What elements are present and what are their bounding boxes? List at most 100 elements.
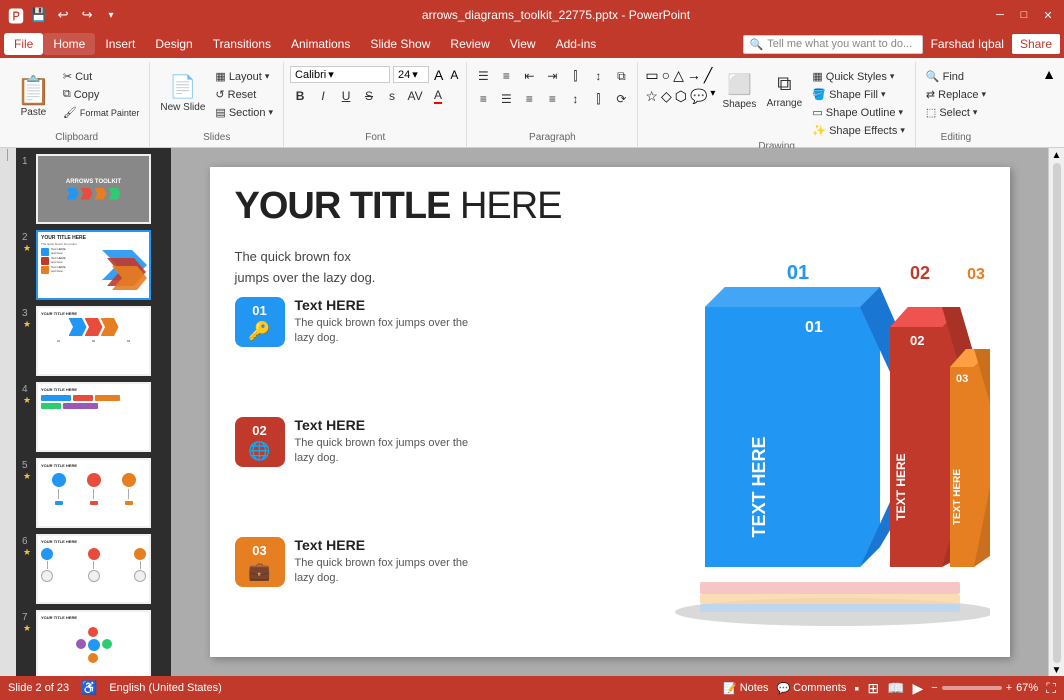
- reset-button[interactable]: ↺ Reset: [211, 86, 277, 103]
- shape-rect[interactable]: ▭: [644, 66, 659, 85]
- shape-star[interactable]: ☆: [644, 87, 659, 106]
- shapes-button[interactable]: ⬜ Shapes: [718, 66, 760, 116]
- menu-item-home[interactable]: Home: [43, 33, 95, 55]
- italic-button[interactable]: I: [313, 86, 333, 106]
- slide-sorter-button[interactable]: ⊞: [867, 680, 879, 697]
- qat-redo[interactable]: ↪: [78, 6, 96, 24]
- slideshow-button[interactable]: ▶: [913, 680, 924, 697]
- menu-item-transitions[interactable]: Transitions: [203, 33, 281, 55]
- zoom-out-button[interactable]: −: [931, 682, 937, 694]
- slide-thumbnail-3[interactable]: YOUR TITLE HERE 01 02 03: [36, 306, 151, 376]
- qat-save[interactable]: 💾: [30, 6, 48, 24]
- numbering-button[interactable]: ≡: [496, 66, 516, 86]
- shape-outline-button[interactable]: ▭ Shape Outline ▾: [808, 104, 909, 121]
- menu-item-addins[interactable]: Add-ins: [546, 33, 607, 55]
- share-button[interactable]: Share: [1012, 34, 1060, 54]
- slide-thumbnail-6[interactable]: YOUR TITLE HERE: [36, 534, 151, 604]
- quick-styles-button[interactable]: ▦ Quick Styles ▾: [808, 68, 909, 85]
- reading-view-button[interactable]: 📖: [887, 680, 904, 697]
- font-inc-button[interactable]: A: [432, 67, 445, 83]
- menu-item-animations[interactable]: Animations: [281, 33, 360, 55]
- line-spacing-button[interactable]: ↕: [565, 89, 585, 109]
- find-button[interactable]: 🔍 Find: [922, 68, 990, 85]
- bullets-button[interactable]: ☰: [473, 66, 493, 86]
- font-size-dropdown[interactable]: 24 ▾: [393, 66, 429, 83]
- slide-thumb-3[interactable]: 3 ★ YOUR TITLE HERE 01 02 03: [20, 304, 167, 378]
- format-painter-button[interactable]: 🖌 Format Painter: [59, 104, 144, 121]
- shape-fill-button[interactable]: 🪣 Shape Fill ▾: [808, 86, 909, 103]
- slide-subtitle[interactable]: The quick brown fox jumps over the lazy …: [235, 247, 376, 289]
- cut-button[interactable]: ✂ Cut: [59, 68, 144, 85]
- slide-thumb-1[interactable]: 1 ARROWS TOOLKIT: [20, 152, 167, 226]
- close-button[interactable]: ✕: [1040, 7, 1056, 23]
- slide-thumb-6[interactable]: 6 ★ YOUR TITLE HERE: [20, 532, 167, 606]
- shape-circle[interactable]: ○: [661, 66, 671, 85]
- right-scrollbar[interactable]: ▲ ▼: [1048, 148, 1064, 676]
- slide-title[interactable]: YOUR TITLE HERE: [235, 185, 562, 228]
- arrange-button[interactable]: ⧉ Arrange: [762, 66, 806, 116]
- columns-button[interactable]: ⫿: [588, 89, 608, 109]
- accessibility-icon[interactable]: ♿: [81, 680, 97, 696]
- cols-button[interactable]: ⫿: [565, 66, 585, 86]
- font-family-dropdown[interactable]: Calibri ▾: [290, 66, 390, 83]
- select-button[interactable]: ⬚ Select ▾: [922, 104, 990, 121]
- slide-thumbnail-4[interactable]: YOUR TITLE HERE: [36, 382, 151, 452]
- underline-button[interactable]: U: [336, 86, 356, 106]
- ribbon-collapse[interactable]: ▲: [1042, 62, 1060, 147]
- menu-item-slideshow[interactable]: Slide Show: [360, 33, 440, 55]
- slide-thumb-4[interactable]: 4 ★ YOUR TITLE HERE: [20, 380, 167, 454]
- menu-item-file[interactable]: File: [4, 33, 43, 55]
- notes-button[interactable]: 📝 Notes: [723, 682, 768, 695]
- align-right-button[interactable]: ≡: [519, 89, 539, 109]
- shape-triangle[interactable]: △: [672, 66, 685, 85]
- direction-button[interactable]: ↕: [588, 66, 608, 86]
- menu-item-view[interactable]: View: [500, 33, 546, 55]
- font-dec-button[interactable]: A: [448, 68, 460, 82]
- menu-item-insert[interactable]: Insert: [95, 33, 145, 55]
- shape-callout[interactable]: 💬: [689, 87, 708, 106]
- paste-button[interactable]: 📋 Paste: [10, 66, 57, 126]
- slide-thumb-5[interactable]: 5 ★ YOUR TITLE HERE: [20, 456, 167, 530]
- slide-thumbnail-2[interactable]: YOUR TITLE HERE The quick brown fox jump…: [36, 230, 151, 300]
- zoom-slider[interactable]: [942, 686, 1002, 690]
- smartart-button[interactable]: ⧉: [611, 66, 631, 86]
- qat-undo[interactable]: ↩: [54, 6, 72, 24]
- tell-me-box[interactable]: 🔍 Tell me what you want to do...: [743, 35, 923, 54]
- normal-view-button[interactable]: ▪: [854, 680, 859, 696]
- shape-line[interactable]: ╱: [703, 66, 713, 85]
- shape-effects-button[interactable]: ✨ Shape Effects ▾: [808, 122, 909, 139]
- info-item-2[interactable]: 02 🌐 Text HERE The quick brown fox jumps…: [235, 417, 469, 467]
- replace-button[interactable]: ⇄ Replace ▾: [922, 86, 990, 103]
- slide-thumbnail-7[interactable]: YOUR TITLE HERE: [36, 610, 151, 676]
- copy-button[interactable]: ⧉ Copy: [59, 86, 144, 103]
- layout-button[interactable]: ▦ Layout ▾: [211, 68, 277, 85]
- shapes-more[interactable]: ▾: [709, 87, 716, 106]
- spacing-button[interactable]: AV: [405, 86, 425, 106]
- font-color-button[interactable]: A: [428, 86, 448, 106]
- bold-button[interactable]: B: [290, 86, 310, 106]
- align-center-button[interactable]: ☰: [496, 89, 516, 109]
- new-slide-button[interactable]: 📄 New Slide: [156, 66, 209, 120]
- slide-thumbnail-1[interactable]: ARROWS TOOLKIT: [36, 154, 151, 224]
- fit-window-button[interactable]: ⛶: [1046, 680, 1056, 697]
- justify-button[interactable]: ≡: [542, 89, 562, 109]
- menu-item-design[interactable]: Design: [145, 33, 202, 55]
- align-left-button[interactable]: ≡: [473, 89, 493, 109]
- convert-button[interactable]: ⟳: [611, 89, 631, 109]
- slide-canvas[interactable]: YOUR TITLE HERE The quick brown fox jump…: [210, 167, 1010, 657]
- slide-thumbnail-5[interactable]: YOUR TITLE HERE: [36, 458, 151, 528]
- decrease-indent-button[interactable]: ⇤: [519, 66, 539, 86]
- shape-hex[interactable]: ⬡: [674, 87, 688, 106]
- section-button[interactable]: ▤ Section ▾: [211, 104, 277, 121]
- slide-thumb-2[interactable]: 2 ★ YOUR TITLE HERE The quick brown fox …: [20, 228, 167, 302]
- maximize-button[interactable]: □: [1016, 7, 1032, 23]
- language-label[interactable]: English (United States): [109, 682, 222, 694]
- menu-item-review[interactable]: Review: [440, 33, 499, 55]
- comments-button[interactable]: 💬 Comments: [776, 682, 846, 695]
- scroll-down-icon[interactable]: ▼: [1052, 665, 1062, 676]
- slide-thumb-7[interactable]: 7 ★ YOUR TITLE HERE: [20, 608, 167, 676]
- shape-arrow[interactable]: →: [686, 66, 702, 85]
- shadow-button[interactable]: s: [382, 86, 402, 106]
- scroll-up-icon[interactable]: ▲: [1052, 150, 1062, 161]
- qat-more[interactable]: ▾: [102, 6, 120, 24]
